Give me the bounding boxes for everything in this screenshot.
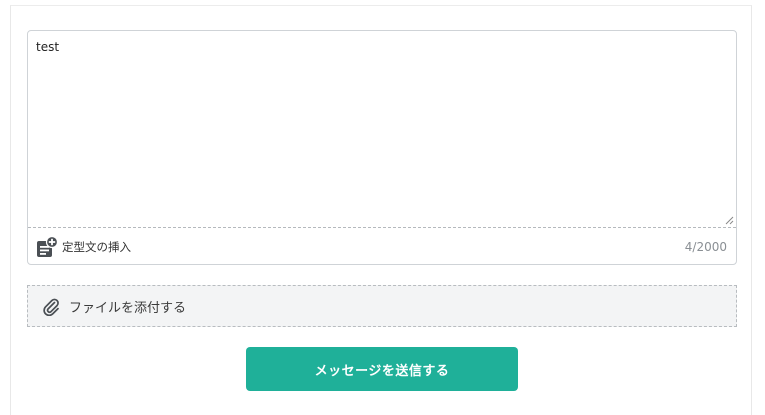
message-composer: test 定型文の挿入 4/2000 [27, 30, 737, 265]
paperclip-icon [43, 298, 59, 316]
document-plus-icon [37, 236, 58, 257]
insert-template-label: 定型文の挿入 [62, 240, 131, 254]
message-textarea[interactable]: test [28, 31, 736, 228]
composer-footer: 定型文の挿入 4/2000 [28, 228, 736, 264]
attach-file-dropzone[interactable]: ファイルを添付する [27, 285, 737, 327]
insert-template-button[interactable]: 定型文の挿入 [36, 236, 131, 258]
send-message-button[interactable]: メッセージを送信する [246, 347, 518, 391]
resize-handle-icon[interactable] [724, 215, 734, 225]
attach-file-label: ファイルを添付する [69, 300, 187, 316]
character-counter: 4/2000 [684, 240, 727, 254]
